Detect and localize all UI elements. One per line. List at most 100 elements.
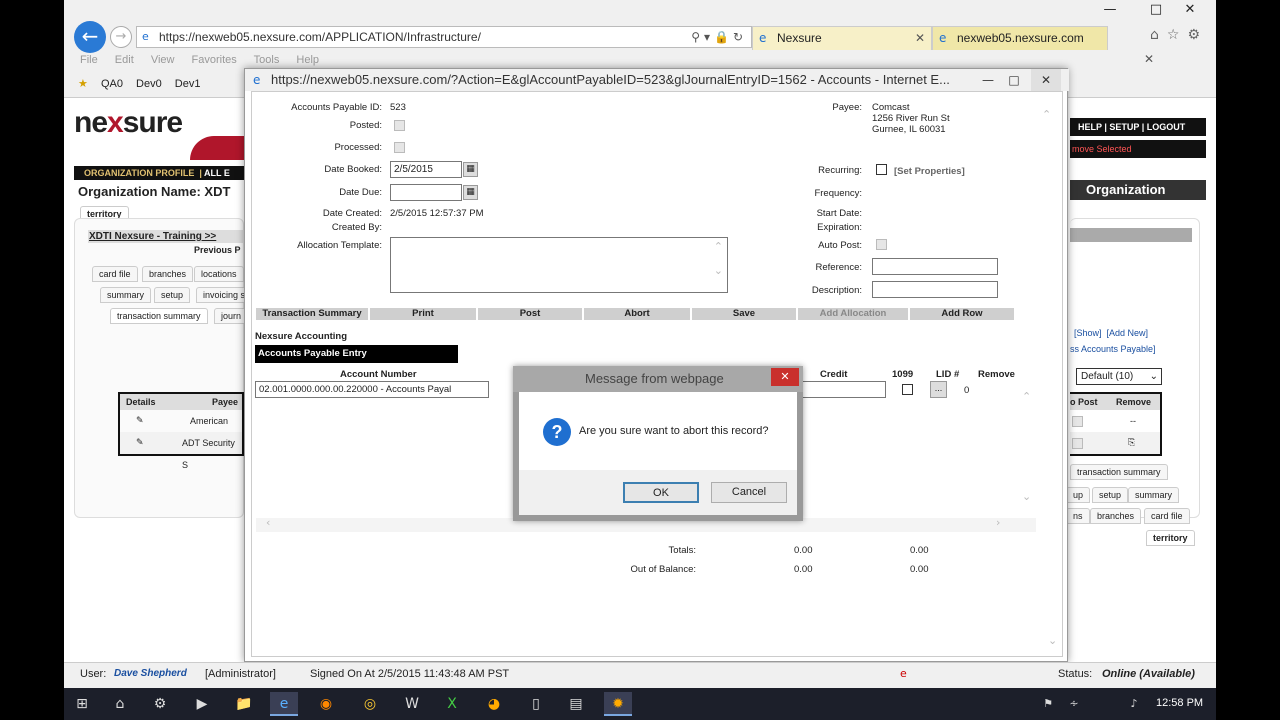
show-link[interactable]: [Show] [Add New] [1074,328,1148,338]
edit-icon[interactable]: ✎ [136,432,144,454]
excel-icon[interactable]: X [438,692,466,716]
start-icon[interactable]: ⊞ [68,692,96,716]
address-tools-icon[interactable]: ⚲▾🔒↻ [691,27,747,47]
add-allocation-button[interactable]: Add Allocation [798,308,908,320]
page-scroll-down-icon[interactable]: ⌄ [1048,634,1057,647]
calendar-icon[interactable]: ▦ [463,185,478,200]
tab-transaction-summary-r[interactable]: transaction summary [1070,464,1168,480]
grid-scroll-down-icon[interactable]: ⌄ [1022,490,1031,503]
table-row[interactable]: ✎ American Exp [120,410,242,448]
ie-taskbar-icon[interactable]: e [270,692,298,716]
chrome-icon[interactable]: ◎ [356,692,384,716]
paint-icon[interactable]: ◕ [480,692,508,716]
set-properties-link[interactable]: [Set Properties] [894,166,965,177]
clock[interactable]: 12:58 PM [1156,697,1203,709]
tab-nexweb05[interactable]: e nexweb05.nexsure.com [932,26,1108,50]
tab-territory-r[interactable]: territory [1146,530,1195,546]
post-button[interactable]: Post [478,308,582,320]
tab-setup-r[interactable]: setup [1092,487,1129,503]
recurring-checkbox[interactable] [876,164,887,175]
tab-close-icon[interactable]: ✕ [915,27,925,49]
tab-up[interactable]: up [1066,487,1091,503]
fav-qa0[interactable]: QA0 [101,78,123,90]
address-bar[interactable]: e https://nexweb05.nexsure.com/APPLICATI… [136,26,752,48]
volume-icon[interactable]: ♪ [1120,692,1148,716]
network-icon[interactable]: ∻ [1060,692,1088,716]
tab-branches[interactable]: branches [142,266,194,282]
reference-input[interactable] [872,258,998,275]
menu-view[interactable]: View [151,54,175,66]
word-icon[interactable]: W [398,692,426,716]
edit-icon[interactable]: ✎ [136,410,144,432]
home-icon[interactable]: ⌂ [106,692,134,716]
app-icon[interactable]: ⚙ [146,692,174,716]
tray-icons[interactable]: ⚑ [1034,692,1062,716]
scroll-right-icon[interactable]: › [996,516,1000,529]
sun-icon[interactable]: ✹ [604,692,632,716]
tab-locations[interactable]: locations [194,266,244,282]
cancel-button[interactable]: Cancel [711,482,787,503]
scroll-down-icon[interactable]: ⌄ [714,264,723,277]
c1099-checkbox[interactable] [902,384,913,395]
home-star-gear-icons[interactable]: ⌂☆⚙ [1150,27,1208,43]
description-input[interactable] [872,281,998,298]
remove-selected-link[interactable]: move Selected [1070,140,1206,158]
remove-icon[interactable]: ⎘ [1128,432,1135,454]
scroll-up-icon[interactable]: ⌃ [714,240,723,253]
dialog-close-icon[interactable]: ✕ [771,368,799,386]
minimize-icon[interactable]: — [1096,2,1124,17]
popup-close-icon[interactable]: ✕ [1031,69,1061,91]
auto-post-check[interactable] [1072,438,1083,449]
top-nav[interactable]: HELP | SETUP | LOGOUT [1070,118,1206,136]
remote-icon[interactable]: ▤ [562,692,590,716]
favorites-star-icon[interactable]: ★ [78,77,88,90]
menu-favorites[interactable]: Favorites [192,54,237,66]
lid-lookup-button[interactable]: ... [930,381,947,398]
scroll-left-icon[interactable]: ‹ [266,516,270,529]
grid-scroll-up-icon[interactable]: ⌃ [1022,390,1031,403]
tab-branches-r[interactable]: branches [1090,508,1142,524]
tab-card-file-r[interactable]: card file [1144,508,1190,524]
ok-button[interactable]: OK [623,482,699,503]
page-size-select[interactable]: Default (10) ⌄ [1076,368,1162,385]
add-row-button[interactable]: Add Row [910,308,1014,320]
calendar-icon[interactable]: ▦ [463,162,478,177]
phone-icon[interactable]: ▯ [522,692,550,716]
close-bar-icon[interactable]: ✕ [1144,52,1154,66]
breadcrumb[interactable]: XDTI Nexsure - Training >> [88,230,244,243]
transaction-summary-button[interactable]: Transaction Summary [256,308,368,320]
close-icon[interactable]: ✕ [1176,2,1204,17]
table-row[interactable]: ✎ ADT Security S [120,432,242,470]
tab-nexsure[interactable]: e Nexsure ✕ [752,26,932,50]
date-due-input[interactable] [390,184,462,201]
media-icon[interactable]: ▶ [188,692,216,716]
tab-summary-r[interactable]: summary [1128,487,1180,503]
popup-minimize-icon[interactable]: — [975,69,1001,91]
menu-edit[interactable]: Edit [115,54,134,66]
tab-setup[interactable]: setup [154,287,191,303]
tab-journal[interactable]: journ [214,308,249,324]
account-number-input[interactable]: 02.001.0000.000.00.220000 - Accounts Pay… [255,381,489,398]
back-icon[interactable]: ← [74,21,106,53]
previous-link[interactable]: Previous P [194,245,241,255]
auto-post-check[interactable] [1072,416,1083,427]
tab-transaction-summary[interactable]: transaction summary [110,308,208,324]
maximize-icon[interactable]: □ [1142,2,1170,17]
tab-card-file[interactable]: card file [92,266,138,282]
accounts-payable-link[interactable]: ss Accounts Payable] [1070,344,1156,354]
print-button[interactable]: Print [370,308,476,320]
tab-ns[interactable]: ns [1066,508,1090,524]
alloc-template-textarea[interactable]: ⌃ ⌄ [390,237,728,293]
menu-help[interactable]: Help [296,54,319,66]
folder-icon[interactable]: 📁 [230,692,258,716]
popup-maximize-icon[interactable]: □ [1001,69,1027,91]
firefox-icon[interactable]: ◉ [312,692,340,716]
menu-file[interactable]: File [80,54,98,66]
save-button[interactable]: Save [692,308,796,320]
forward-icon[interactable]: → [110,26,132,48]
page-scroll-up-icon[interactable]: ⌃ [1042,108,1051,121]
date-booked-input[interactable]: 2/5/2015 [390,161,462,178]
menu-tools[interactable]: Tools [254,54,280,66]
tab-summary[interactable]: summary [100,287,152,303]
fav-dev0[interactable]: Dev0 [136,78,162,90]
